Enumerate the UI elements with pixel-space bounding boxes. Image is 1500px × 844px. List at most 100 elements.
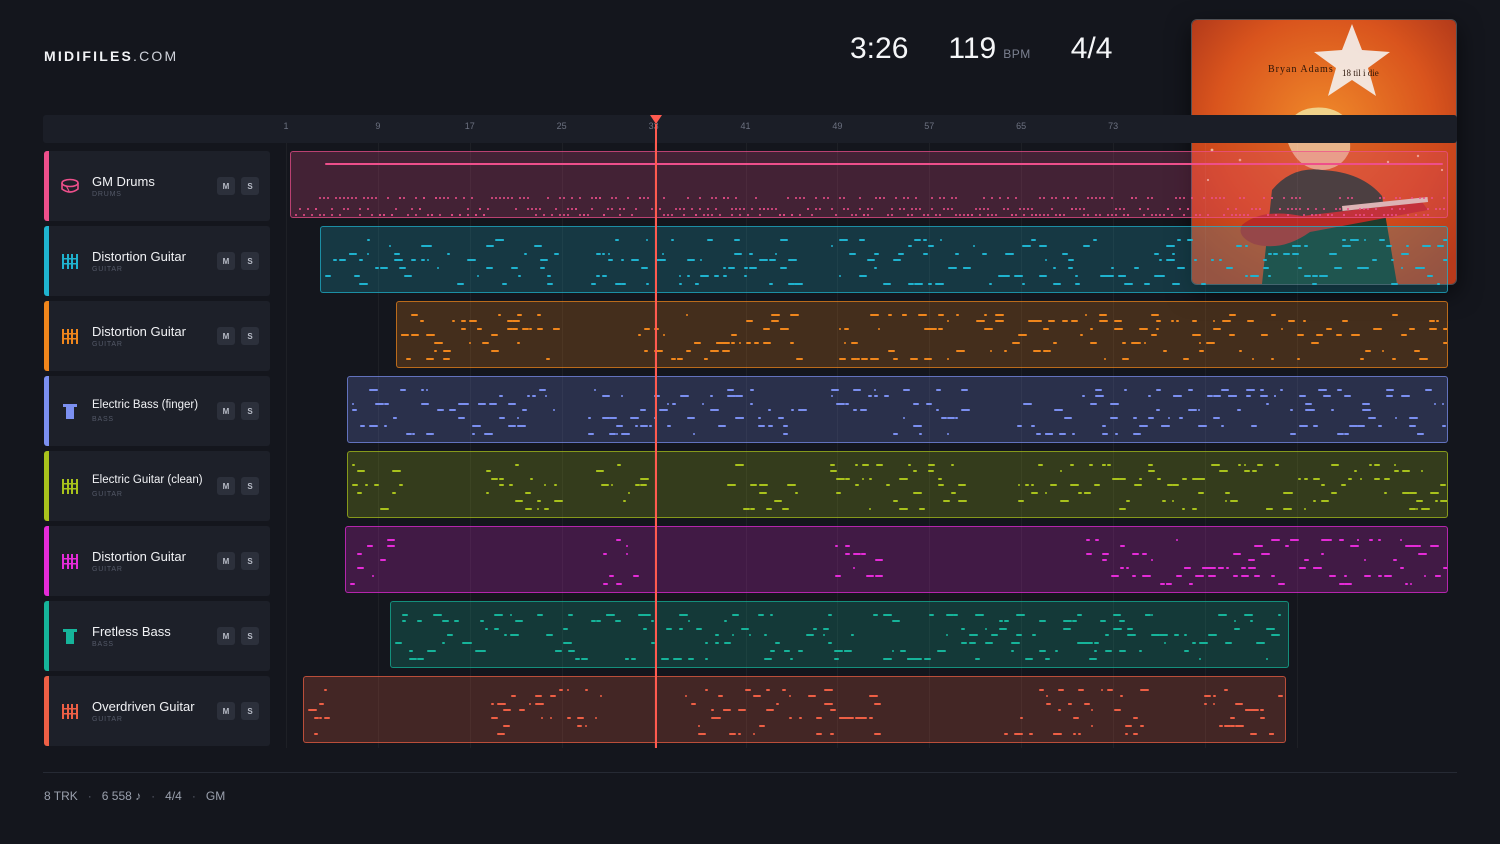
midi-note	[523, 197, 525, 199]
mute-button[interactable]: M	[217, 252, 235, 270]
midi-clip[interactable]	[303, 676, 1286, 743]
track-name: Electric Guitar (clean)	[92, 474, 203, 486]
midi-note	[1299, 395, 1306, 397]
midi-note	[535, 214, 537, 216]
midi-note	[1304, 245, 1308, 247]
playhead[interactable]	[655, 124, 657, 748]
track-header[interactable]: Distortion Guitar GUITAR M S	[44, 226, 270, 296]
midi-note	[744, 267, 748, 269]
midi-note	[913, 403, 919, 405]
midi-note	[1051, 208, 1053, 210]
midi-note	[884, 395, 889, 397]
solo-button[interactable]: S	[241, 327, 259, 345]
midi-note	[1280, 389, 1283, 391]
solo-button[interactable]: S	[241, 402, 259, 420]
midi-note	[1168, 417, 1170, 419]
midi-note	[571, 197, 573, 199]
solo-button[interactable]: S	[241, 552, 259, 570]
midi-note	[1015, 214, 1017, 216]
midi-note	[1174, 634, 1179, 636]
midi-note	[663, 334, 665, 336]
midi-note	[339, 214, 341, 216]
midi-note	[357, 470, 365, 472]
midi-note	[369, 425, 378, 427]
mute-button[interactable]: M	[217, 552, 235, 570]
midi-note	[1022, 245, 1031, 247]
solo-button[interactable]: S	[241, 252, 259, 270]
midi-note	[442, 409, 444, 411]
midi-note	[1199, 658, 1201, 660]
midi-note	[910, 358, 918, 360]
midi-note	[715, 197, 717, 199]
playhead-handle[interactable]	[650, 115, 662, 124]
solo-button[interactable]: S	[241, 477, 259, 495]
midi-note	[662, 253, 664, 255]
track-header[interactable]: Electric Bass (finger) BASS M S	[44, 376, 270, 446]
midi-note	[1403, 208, 1405, 210]
midi-clip[interactable]	[396, 301, 1448, 368]
midi-note	[928, 283, 932, 285]
midi-note	[869, 695, 878, 697]
midi-note	[686, 314, 688, 316]
midi-note	[731, 214, 733, 216]
midi-note	[691, 703, 696, 705]
midi-note	[913, 425, 922, 427]
solo-button[interactable]: S	[241, 627, 259, 645]
midi-note	[483, 214, 485, 216]
track-header[interactable]: Overdriven Guitar GUITAR M S	[44, 676, 270, 746]
track-header[interactable]: GM Drums DRUMS M S	[44, 151, 270, 221]
midi-clip[interactable]	[390, 601, 1289, 668]
midi-note	[883, 658, 892, 660]
midi-note	[1225, 500, 1227, 502]
midi-note	[758, 614, 764, 616]
midi-clip[interactable]	[290, 151, 1448, 218]
midi-note	[477, 328, 482, 330]
brand-logo: MIDIFILES.COM	[44, 48, 178, 64]
midi-note	[929, 328, 937, 330]
midi-clip[interactable]	[320, 226, 1448, 293]
midi-note	[679, 614, 688, 616]
midi-note	[515, 500, 523, 502]
separator: ·	[151, 789, 156, 803]
midi-note	[489, 403, 497, 405]
midi-note	[1179, 417, 1183, 419]
midi-note	[984, 328, 993, 330]
midi-note	[1139, 478, 1142, 480]
track-header[interactable]: Distortion Guitar GUITAR M S	[44, 301, 270, 371]
midi-note	[1201, 283, 1206, 285]
midi-note	[1344, 433, 1349, 435]
midi-note	[454, 620, 459, 622]
mute-button[interactable]: M	[217, 627, 235, 645]
solo-button[interactable]: S	[241, 177, 259, 195]
midi-note	[1339, 539, 1344, 541]
track-header[interactable]: Fretless Bass BASS M S	[44, 601, 270, 671]
midi-note	[928, 470, 934, 472]
ruler-tick-label: 57	[924, 121, 935, 131]
midi-note	[843, 208, 845, 210]
solo-button[interactable]: S	[241, 702, 259, 720]
midi-note	[1039, 197, 1041, 199]
midi-clip[interactable]	[347, 376, 1448, 443]
midi-clip[interactable]	[347, 451, 1448, 518]
midi-note	[775, 208, 777, 210]
midi-note	[1424, 575, 1426, 577]
midi-note	[908, 464, 911, 466]
mute-button[interactable]: M	[217, 327, 235, 345]
midi-note	[707, 214, 709, 216]
midi-note	[755, 197, 757, 199]
midi-note	[1336, 334, 1342, 336]
track-name: Fretless Bass	[92, 624, 171, 639]
mute-button[interactable]: M	[217, 702, 235, 720]
midi-note	[1083, 245, 1090, 247]
track-category: GUITAR	[92, 716, 123, 723]
midi-note	[367, 253, 369, 255]
track-header[interactable]: Distortion Guitar GUITAR M S	[44, 526, 270, 596]
midi-note	[839, 275, 841, 277]
midi-note	[616, 433, 618, 435]
midi-note	[1443, 239, 1447, 241]
track-header[interactable]: Electric Guitar (clean) GUITAR M S	[44, 451, 270, 521]
midi-clip[interactable]	[345, 526, 1448, 593]
mute-button[interactable]: M	[217, 177, 235, 195]
mute-button[interactable]: M	[217, 477, 235, 495]
mute-button[interactable]: M	[217, 402, 235, 420]
